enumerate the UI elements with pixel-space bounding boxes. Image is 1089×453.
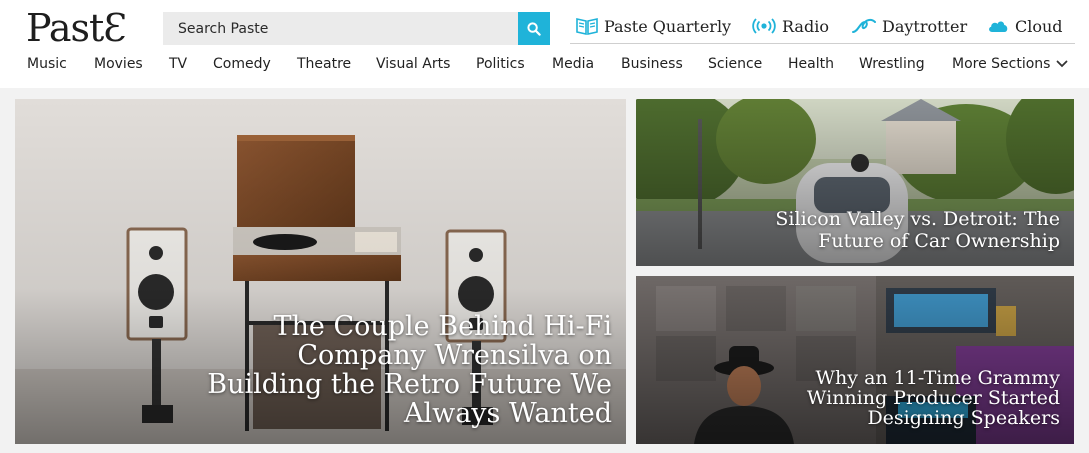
- feature-story-top-right[interactable]: Silicon Valley vs. Detroit: The Future o…: [636, 99, 1074, 266]
- cloud-label: Cloud: [1015, 16, 1063, 36]
- search-input[interactable]: [163, 12, 518, 45]
- broadcast-icon: [752, 18, 776, 34]
- more-sections-dropdown[interactable]: More Sections: [952, 56, 1068, 72]
- cloud-link[interactable]: Cloud: [987, 13, 1063, 39]
- nav-item-theatre[interactable]: Theatre: [297, 56, 351, 72]
- nav-item-business[interactable]: Business: [621, 56, 683, 72]
- site-header: PastƐ Paste Quarterly: [0, 0, 1089, 88]
- feature-story-main[interactable]: The Couple Behind Hi-Fi Company Wrensilv…: [15, 99, 626, 444]
- cloud-icon: [989, 21, 1008, 32]
- feature-story-bottom-right-title[interactable]: Why an 11-Time Grammy Winning Producer S…: [770, 368, 1060, 428]
- nav-item-health[interactable]: Health: [788, 56, 834, 72]
- daytrotter-icon: [852, 18, 876, 33]
- nav-item-wrestling[interactable]: Wrestling: [859, 56, 925, 72]
- open-book-icon: [576, 18, 598, 35]
- nav-item-comedy[interactable]: Comedy: [213, 56, 271, 72]
- paste-logo[interactable]: PastƐ: [26, 6, 127, 50]
- more-sections-label: More Sections: [952, 56, 1051, 72]
- nav-item-movies[interactable]: Movies: [94, 56, 143, 72]
- paste-quarterly-link[interactable]: Paste Quarterly: [576, 13, 731, 39]
- chevron-down-icon: [1057, 60, 1068, 68]
- search-icon: [527, 21, 541, 36]
- nav-item-visual-arts[interactable]: Visual Arts: [376, 56, 450, 72]
- radio-label: Radio: [782, 16, 829, 36]
- feature-story-top-right-title[interactable]: Silicon Valley vs. Detroit: The Future o…: [760, 208, 1060, 252]
- nav-item-media[interactable]: Media: [552, 56, 594, 72]
- daytrotter-label: Daytrotter: [882, 16, 968, 36]
- nav-item-tv[interactable]: TV: [169, 56, 187, 72]
- feature-story-main-title[interactable]: The Couple Behind Hi-Fi Company Wrensilv…: [192, 312, 612, 428]
- nav-item-music[interactable]: Music: [27, 56, 67, 72]
- search-bar: [163, 12, 550, 45]
- paste-quarterly-label: Paste Quarterly: [604, 16, 732, 36]
- nav-item-politics[interactable]: Politics: [476, 56, 525, 72]
- feature-story-bottom-right[interactable]: Why an 11-Time Grammy Winning Producer S…: [636, 276, 1074, 444]
- daytrotter-link[interactable]: Daytrotter: [852, 13, 967, 39]
- nav-item-science[interactable]: Science: [708, 56, 762, 72]
- main-nav: Music Movies TV Comedy Theatre Visual Ar…: [0, 56, 1089, 78]
- top-links: Paste Quarterly Radio Daytrotter Cloud: [570, 13, 1075, 44]
- radio-link[interactable]: Radio: [752, 13, 829, 39]
- search-button[interactable]: [518, 12, 550, 45]
